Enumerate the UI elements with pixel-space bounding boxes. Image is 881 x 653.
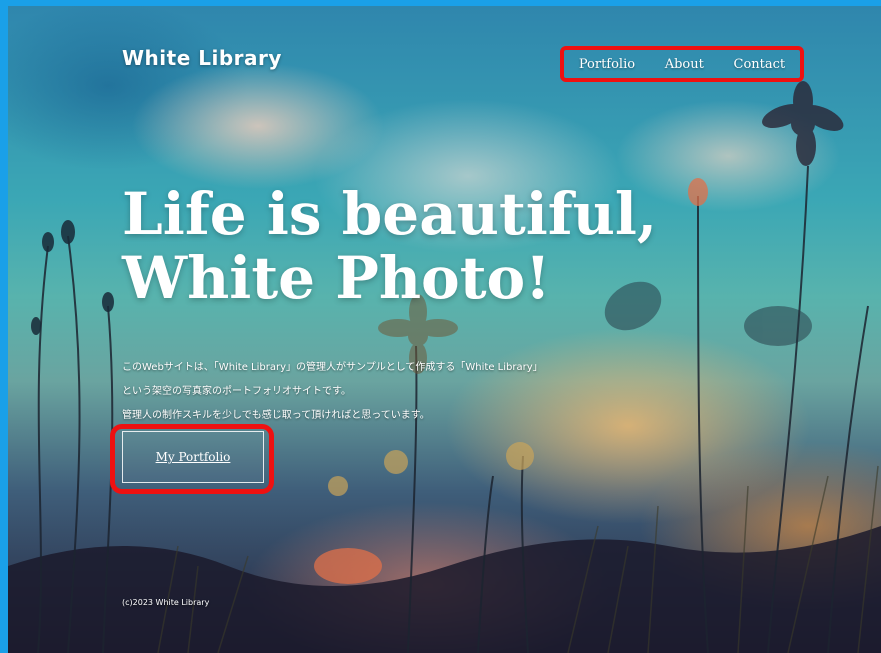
my-portfolio-button[interactable]: My Portfolio [122, 431, 264, 483]
nav-link-about[interactable]: About [665, 57, 704, 72]
hero-title-line-1: Life is beautiful, [122, 180, 658, 248]
description-line-2: という架空の写真家のポートフォリオサイトです。 [122, 386, 351, 397]
footer-copyright: (c)2023 White Library [122, 598, 210, 607]
flower-silhouette-illustration [8, 81, 881, 653]
main-navigation: Portfolio About Contact [560, 46, 804, 82]
site-logo[interactable]: White Library [122, 46, 282, 70]
hero-description: このWebサイトは、「White Library」の管理人がサンプルとして作成す… [122, 356, 622, 428]
hero-title: Life is beautiful, White Photo! [122, 182, 657, 310]
hero-background: White Library Portfolio About Contact Li… [8, 6, 881, 653]
hero-title-line-2: White Photo! [122, 244, 551, 312]
nav-link-portfolio[interactable]: Portfolio [579, 57, 635, 72]
nav-link-contact[interactable]: Contact [734, 57, 786, 72]
description-line-1: このWebサイトは、「White Library」の管理人がサンプルとして作成す… [122, 362, 543, 373]
